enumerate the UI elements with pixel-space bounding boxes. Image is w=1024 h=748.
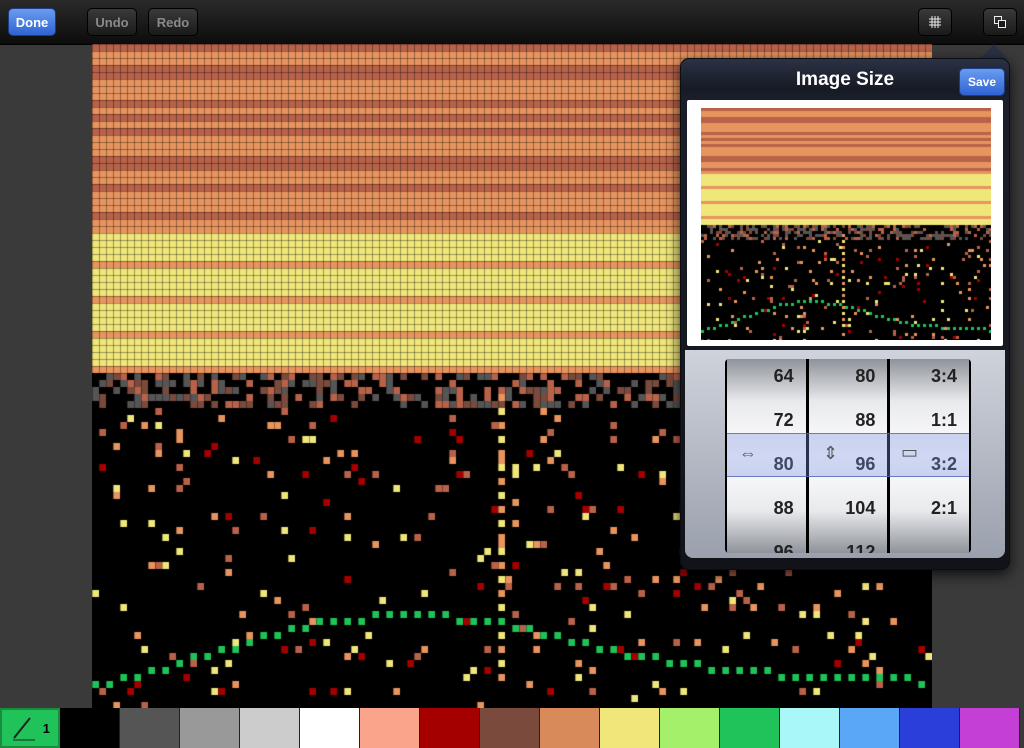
vertical-arrows-icon: ⇕ <box>823 443 839 463</box>
popover-arrow <box>980 44 1008 59</box>
width-option[interactable]: 96 <box>727 530 806 554</box>
size-picker[interactable]: 64 72 80 88 96 80 88 96 104 112 3:4 1:1 … <box>725 359 971 553</box>
color-swatch[interactable] <box>420 708 480 748</box>
color-swatch[interactable] <box>180 708 240 748</box>
image-preview <box>701 108 991 340</box>
color-swatch[interactable] <box>240 708 300 748</box>
ratio-option[interactable] <box>890 530 969 553</box>
horizontal-arrows-icon: ⇔ <box>739 443 757 463</box>
image-size-icon <box>994 16 1006 28</box>
grid-icon <box>929 16 941 28</box>
brush-size: 1 <box>42 721 50 736</box>
width-option[interactable]: 88 <box>727 486 806 530</box>
color-swatch[interactable] <box>960 708 1020 748</box>
color-palette: 1 <box>0 708 1024 748</box>
color-swatch[interactable] <box>300 708 360 748</box>
image-size-popover: Image Size Save 64 72 80 88 96 80 88 96 … <box>680 58 1010 570</box>
color-swatch[interactable] <box>60 708 120 748</box>
save-button[interactable]: Save <box>959 68 1005 96</box>
color-swatch[interactable] <box>540 708 600 748</box>
color-swatch[interactable] <box>660 708 720 748</box>
done-button[interactable]: Done <box>8 8 56 36</box>
color-swatch[interactable] <box>600 708 660 748</box>
size-picker-area: 64 72 80 88 96 80 88 96 104 112 3:4 1:1 … <box>685 350 1005 558</box>
pencil-tool-button[interactable]: 1 <box>0 708 60 748</box>
height-option[interactable]: 80 <box>809 359 888 398</box>
color-swatch[interactable] <box>780 708 840 748</box>
rectangle-icon: ▭ <box>901 442 919 462</box>
picker-selection-bar: ⇔ ⇕ ▭ <box>727 433 969 477</box>
color-swatch[interactable] <box>480 708 540 748</box>
color-swatch[interactable] <box>720 708 780 748</box>
color-swatch[interactable] <box>360 708 420 748</box>
image-preview-frame <box>687 100 1003 346</box>
undo-button[interactable]: Undo <box>87 8 137 36</box>
redo-button[interactable]: Redo <box>148 8 198 36</box>
grid-toggle-button[interactable] <box>918 8 952 36</box>
width-option[interactable]: 64 <box>727 359 806 398</box>
height-option[interactable]: 104 <box>809 486 888 530</box>
pencil-icon <box>13 717 35 741</box>
color-swatch[interactable] <box>120 708 180 748</box>
height-option[interactable]: 112 <box>809 530 888 554</box>
color-swatch[interactable] <box>900 708 960 748</box>
ratio-option[interactable]: 3:4 <box>890 359 969 398</box>
ratio-option[interactable]: 2:1 <box>890 486 969 530</box>
color-swatch[interactable] <box>840 708 900 748</box>
image-size-button[interactable] <box>983 8 1017 36</box>
top-toolbar: Done Undo Redo <box>0 0 1024 45</box>
